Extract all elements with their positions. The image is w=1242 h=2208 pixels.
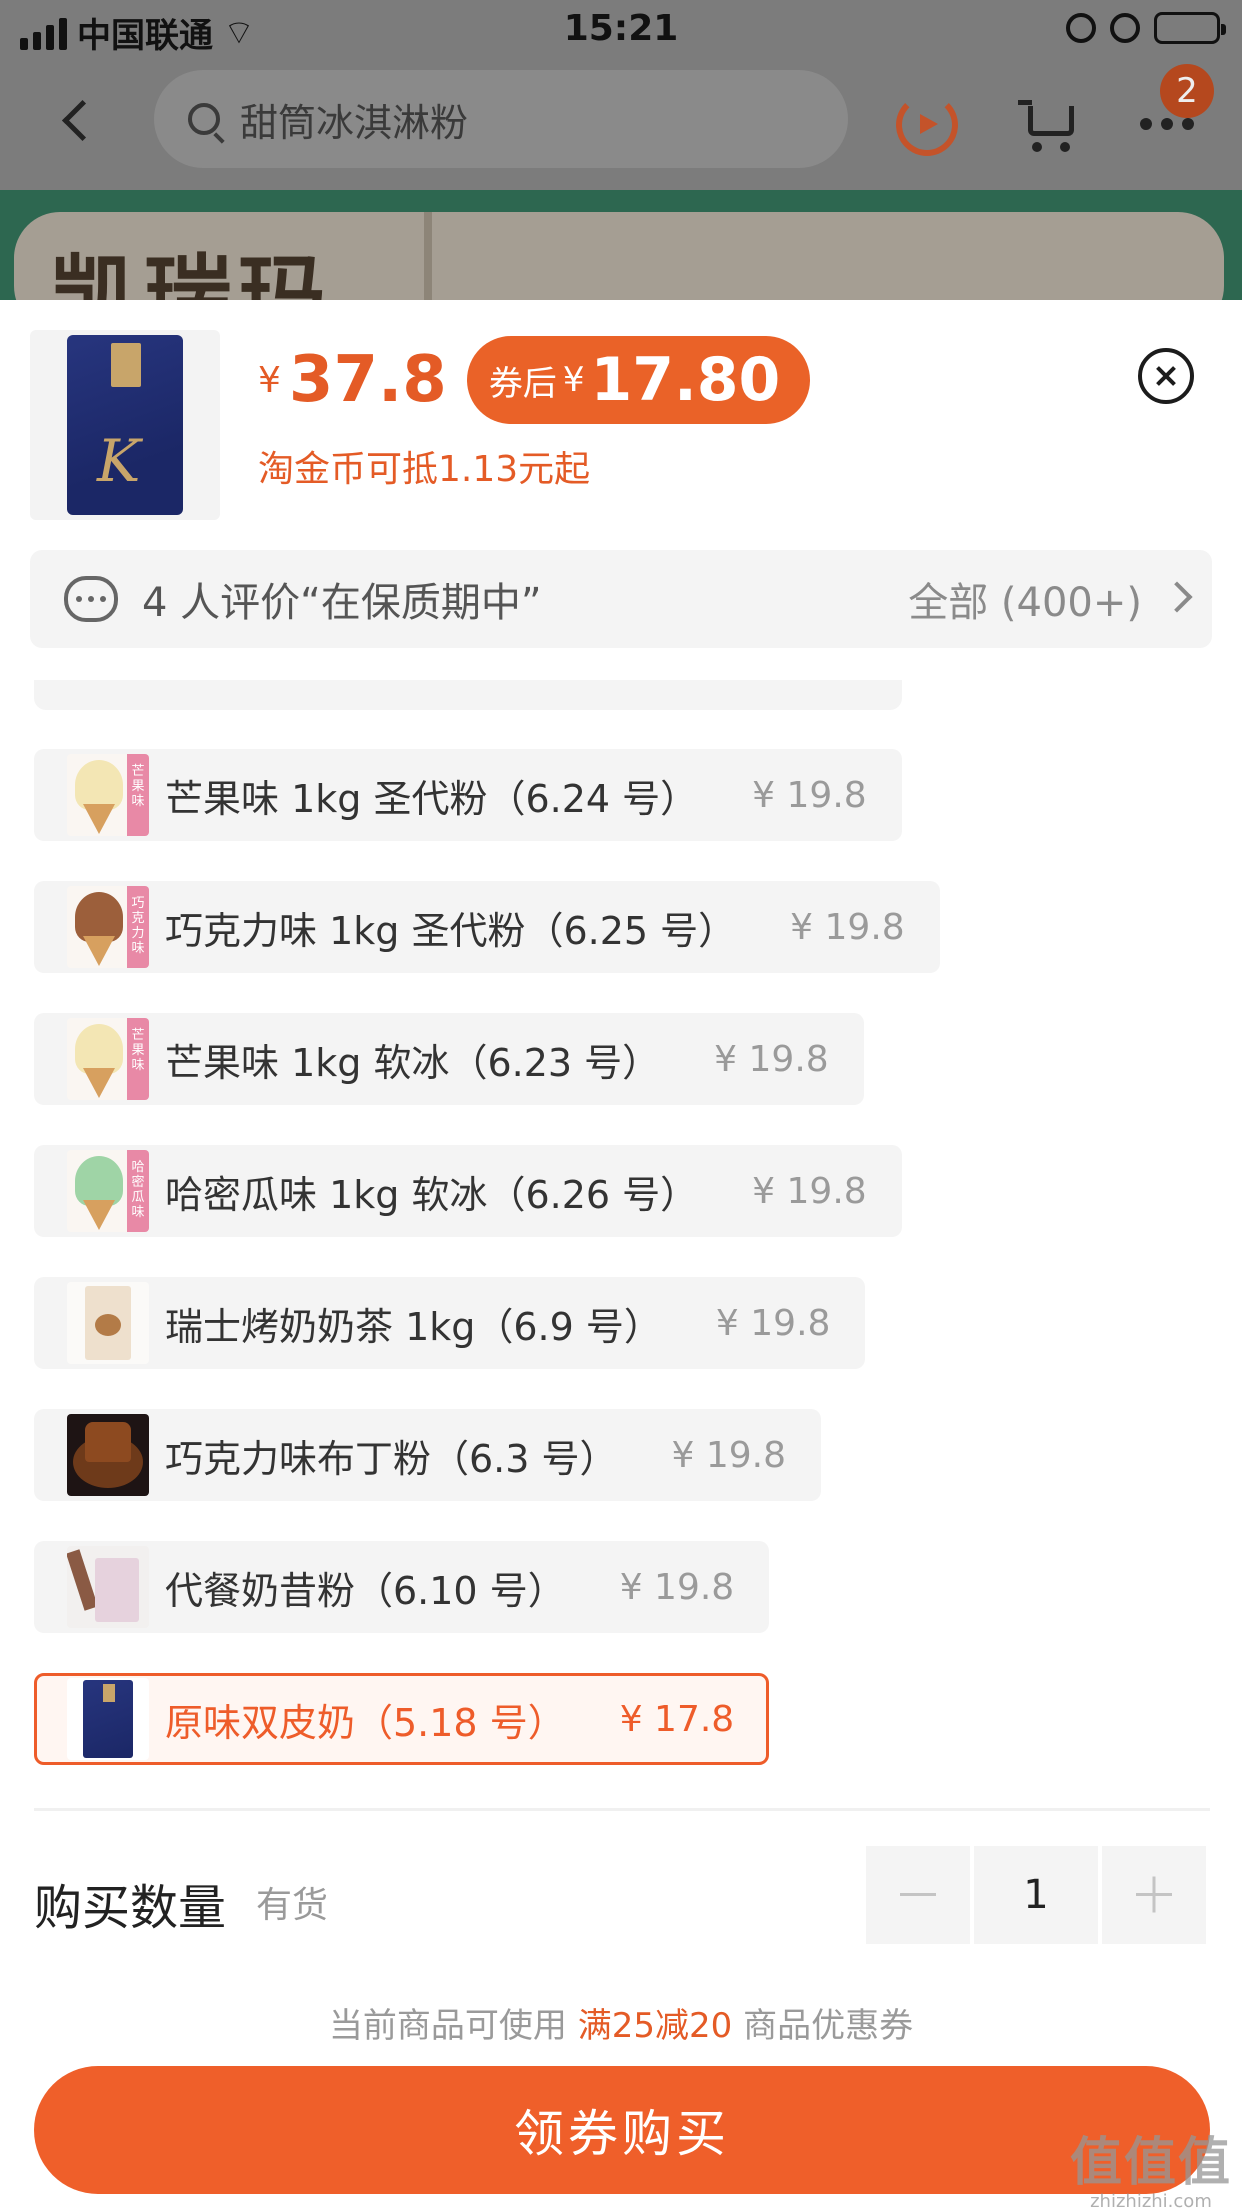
- search-placeholder: 甜筒冰淇淋粉: [240, 100, 469, 145]
- cart-icon[interactable]: [1018, 96, 1080, 156]
- option-price: ¥ 19.8: [752, 774, 867, 816]
- option-price: ¥ 19.8: [715, 1302, 831, 1344]
- background-page: 中国联通 ⌔ 15:21 甜筒冰淇淋粉 2 凯瑞玛: [0, 0, 1242, 300]
- option-name: 芒果味 1kg 圣代粉（6.24 号）: [165, 776, 699, 821]
- stock-status: 有货: [256, 1885, 329, 1926]
- coupon-price-badge: 券后 ¥ 17.80: [466, 336, 811, 424]
- coupon-note: 当前商品可使用 满25减20 商品优惠券: [328, 2006, 914, 2046]
- review-all-link[interactable]: 全部 (400+): [908, 570, 1142, 628]
- clock: 15:21: [563, 8, 679, 49]
- battery-icon: [1154, 12, 1226, 44]
- option-name: 原味双皮奶（5.18 号）: [165, 1700, 566, 1745]
- option-thumbnail: [67, 1678, 149, 1760]
- coupon-label: 券后: [488, 363, 557, 404]
- option-thumbnail: 芒果味: [67, 1018, 149, 1100]
- option-price: ¥ 19.8: [790, 906, 905, 948]
- option-price: ¥ 19.8: [752, 1170, 867, 1212]
- divider: [34, 1808, 1210, 1811]
- banner-text: 凯瑞玛: [50, 245, 333, 300]
- option-name: 芒果味 1kg 软冰（6.23 号）: [165, 1040, 661, 1085]
- close-icon[interactable]: [1138, 348, 1194, 404]
- coupon-price: 17.80: [590, 345, 781, 415]
- increment-button[interactable]: [1102, 1846, 1206, 1944]
- option-thumbnail: 哈密瓜味: [67, 1150, 149, 1232]
- search-input[interactable]: 甜筒冰淇淋粉: [154, 70, 848, 168]
- back-icon[interactable]: [50, 94, 106, 150]
- sku-option[interactable]: 巧克力味布丁粉（6.3 号） ¥ 19.8: [34, 1409, 822, 1501]
- option-thumbnail: [67, 1546, 149, 1628]
- sku-option[interactable]: 代餐奶昔粉（6.10 号） ¥ 19.8: [34, 1541, 770, 1633]
- option-price: ¥ 17.8: [619, 1698, 735, 1740]
- coin-discount-text: 淘金币可抵1.13元起: [258, 449, 591, 490]
- sku-option[interactable]: 瑞士烤奶奶茶 1kg（6.9 号） ¥ 19.8: [34, 1277, 866, 1369]
- option-thumbnail: 巧克力味: [67, 886, 149, 968]
- price-row: ¥ 37.8 券后 ¥ 17.80: [258, 336, 811, 424]
- review-summary: 4 人评价“在保质期中”: [142, 580, 542, 626]
- option-name: 巧克力味 1kg 圣代粉（6.25 号）: [165, 908, 737, 953]
- option-thumbnail: 芒果味: [67, 754, 149, 836]
- sku-option-partial[interactable]: [34, 680, 902, 710]
- quantity-label: 购买数量: [34, 1880, 227, 1936]
- option-thumbnail: [67, 1282, 149, 1364]
- sku-option[interactable]: 芒果味 芒果味 1kg 圣代粉（6.24 号） ¥ 19.8: [34, 749, 902, 841]
- refresh-icon[interactable]: [896, 94, 958, 156]
- option-price: ¥ 19.8: [619, 1566, 735, 1608]
- sku-option-selected[interactable]: 原味双皮奶（5.18 号） ¥ 17.8: [34, 1673, 770, 1765]
- coupon-currency: ¥: [562, 360, 585, 400]
- review-bar[interactable]: 4 人评价“在保质期中” 全部 (400+): [30, 550, 1212, 648]
- product-image[interactable]: K: [30, 330, 220, 520]
- sku-option[interactable]: 哈密瓜味 哈密瓜味 1kg 软冰（6.26 号） ¥ 19.8: [34, 1145, 902, 1237]
- sku-option[interactable]: 芒果味 芒果味 1kg 软冰（6.23 号） ¥ 19.8: [34, 1013, 864, 1105]
- option-price: ¥ 19.8: [714, 1038, 829, 1080]
- watermark-logo: 值值值 zhizhizhi.com: [1069, 2133, 1232, 2208]
- option-price: ¥ 19.8: [671, 1434, 787, 1476]
- orientation-lock-icon: [1066, 13, 1096, 43]
- sku-option[interactable]: 巧克力味 巧克力味 1kg 圣代粉（6.25 号） ¥ 19.8: [34, 881, 940, 973]
- banner-card: 凯瑞玛: [14, 212, 1224, 300]
- sku-sheet: K ¥ 37.8 券后 ¥ 17.80 淘金币可抵1.13元起 4 人评价“在保…: [0, 300, 1242, 2208]
- coupon-highlight: 满25减20: [577, 2006, 733, 2046]
- quantity-stepper: 1: [866, 1846, 1206, 1944]
- alarm-icon: [1110, 13, 1140, 43]
- decrement-button[interactable]: [866, 1846, 970, 1944]
- price-currency: ¥: [258, 359, 281, 401]
- option-name: 巧克力味布丁粉（6.3 号）: [165, 1436, 618, 1481]
- option-name: 代餐奶昔粉（6.10 号）: [165, 1568, 566, 1613]
- price: 37.8: [288, 343, 447, 417]
- search-icon: [188, 103, 220, 135]
- quantity-input[interactable]: 1: [974, 1846, 1098, 1944]
- more-icon[interactable]: [1140, 118, 1194, 130]
- chevron-right-icon: [1161, 581, 1193, 613]
- chat-icon: [64, 576, 118, 622]
- option-thumbnail: [67, 1414, 149, 1496]
- status-bar: 中国联通 ⌔ 15:21: [0, 0, 1242, 64]
- notification-badge: 2: [1160, 64, 1214, 118]
- claim-and-buy-button[interactable]: 领券购买: [34, 2066, 1210, 2194]
- nav-bar: 甜筒冰淇淋粉 2: [0, 64, 1242, 188]
- option-name: 瑞士烤奶奶茶 1kg（6.9 号）: [165, 1304, 662, 1349]
- option-name: 哈密瓜味 1kg 软冰（6.26 号）: [165, 1172, 699, 1217]
